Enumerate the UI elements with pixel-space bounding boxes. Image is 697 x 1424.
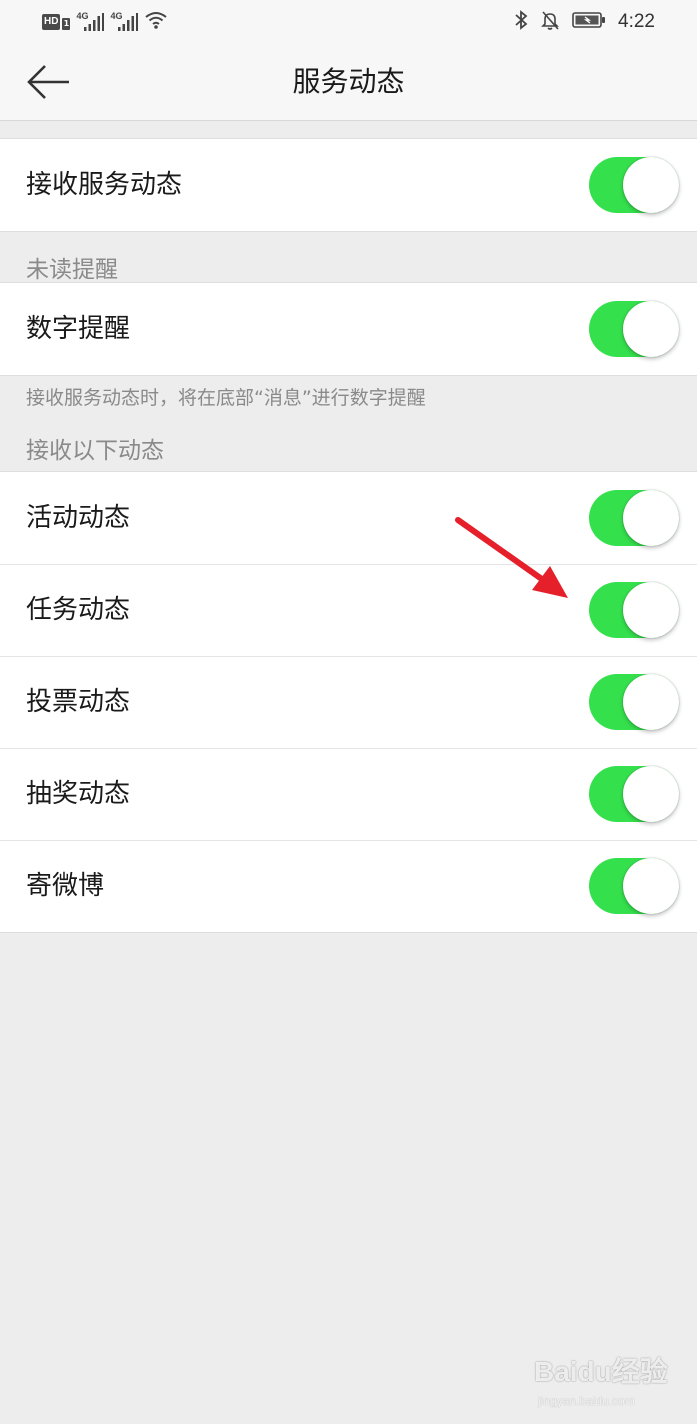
watermark-logo: Baidu经验 <box>534 1356 668 1387</box>
status-right: 4:22 <box>514 10 655 34</box>
status-time: 4:22 <box>618 11 655 32</box>
setting-label: 投票动态 <box>26 687 131 717</box>
bluetooth-icon <box>514 10 528 34</box>
setting-row-vote: 投票动态 <box>0 656 697 748</box>
setting-row-lottery: 抽奖动态 <box>0 748 697 840</box>
toggle-knob <box>623 858 679 914</box>
baidu-watermark: Baidu经验 jingyan.baidu.com <box>534 1346 674 1416</box>
status-bar: HD 1 4G 4G 4:22 <box>0 0 697 44</box>
setting-label: 抽奖动态 <box>26 779 131 809</box>
hint-text: 接收服务动态时，将在底部“消息”进行数字提醒 <box>26 387 426 409</box>
annotation-arrow-icon <box>455 517 568 598</box>
setting-label: 活动动态 <box>26 503 131 533</box>
vote-feed-toggle[interactable] <box>589 674 679 730</box>
activity-feed-toggle[interactable] <box>589 490 679 546</box>
section-header-unread: 未读提醒 <box>26 257 118 283</box>
setting-label: 寄微博 <box>26 871 105 901</box>
wifi-icon <box>144 11 168 33</box>
toggle-knob <box>623 766 679 822</box>
mute-bell-icon <box>540 10 560 34</box>
nav-bar: 服务动态 <box>0 44 697 121</box>
toggle-knob <box>623 582 679 638</box>
setting-row-receive-service: 接收服务动态 <box>0 139 697 231</box>
status-left: HD 1 4G 4G <box>42 10 168 34</box>
setting-label: 任务动态 <box>26 595 131 625</box>
setting-row-number-reminder: 数字提醒 <box>0 283 697 375</box>
toggle-knob <box>623 674 679 730</box>
back-arrow-icon <box>27 65 69 99</box>
group-unread: 数字提醒 <box>0 282 697 376</box>
sim-label: 1 <box>62 18 71 30</box>
signal-icon-2: 4G <box>110 11 139 33</box>
toggle-knob <box>623 301 679 357</box>
toggle-knob <box>623 490 679 546</box>
section-header-feeds: 接收以下动态 <box>26 438 164 464</box>
setting-label: 接收服务动态 <box>26 170 183 200</box>
number-reminder-toggle[interactable] <box>589 301 679 357</box>
receive-service-toggle[interactable] <box>589 157 679 213</box>
group-feeds: 活动动态 任务动态 投票动态 抽奖动态 寄微博 <box>0 471 697 933</box>
group-main: 接收服务动态 <box>0 138 697 232</box>
weibo-feed-toggle[interactable] <box>589 858 679 914</box>
battery-icon <box>572 11 606 33</box>
signal-icon: 4G <box>76 11 105 33</box>
task-feed-toggle[interactable] <box>589 582 679 638</box>
lottery-feed-toggle[interactable] <box>589 766 679 822</box>
hd-label: HD <box>42 14 61 30</box>
back-button[interactable] <box>22 60 74 104</box>
setting-row-task: 任务动态 <box>0 564 697 656</box>
page-title: 服务动态 <box>292 65 405 98</box>
setting-label: 数字提醒 <box>26 314 131 344</box>
watermark-url: jingyan.baidu.com <box>538 1394 635 1408</box>
setting-row-weibo: 寄微博 <box>0 840 697 932</box>
toggle-knob <box>623 157 679 213</box>
setting-row-activity: 活动动态 <box>0 472 697 564</box>
hd-voice-icon: HD 1 <box>42 14 71 30</box>
